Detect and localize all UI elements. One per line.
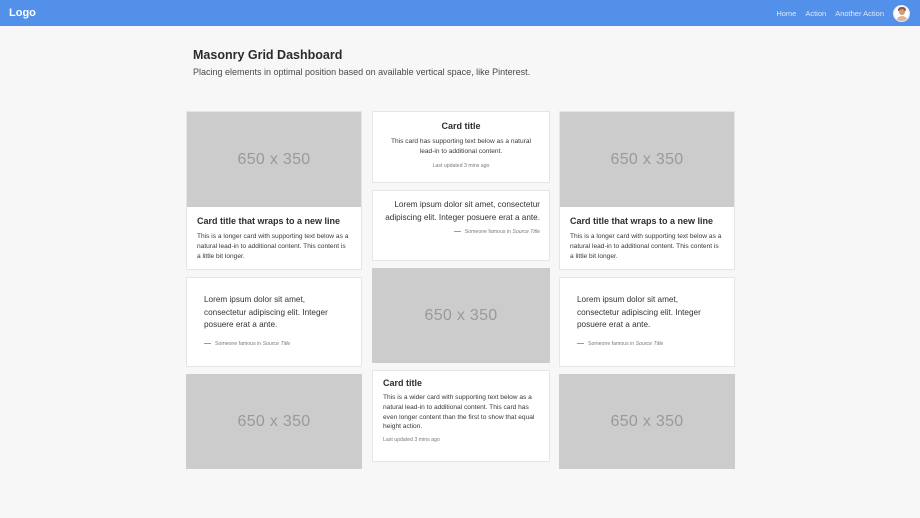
image-placeholder: 650 x 350 bbox=[559, 374, 735, 469]
blockquote-footer: Someone famous in Source Title bbox=[577, 341, 717, 347]
nav-link-home[interactable]: Home bbox=[776, 9, 796, 18]
logo[interactable]: Logo bbox=[9, 7, 36, 19]
last-updated: Last updated 3 mins ago bbox=[432, 162, 490, 169]
dash-icon bbox=[453, 231, 461, 233]
card-text: This is a longer card with supporting te… bbox=[197, 233, 349, 260]
blockquote-footer: Someone famous in Source Title bbox=[382, 229, 540, 235]
avatar-head bbox=[899, 8, 905, 15]
avatar[interactable] bbox=[893, 4, 910, 22]
image-placeholder: 650 x 350 bbox=[372, 268, 550, 363]
blockquote-text: Lorem ipsum dolor sit amet, consectetur … bbox=[577, 295, 701, 329]
card-image-2: 650 x 350 bbox=[372, 268, 550, 363]
card-text: This card has supporting text below as a… bbox=[390, 138, 531, 155]
card-image-wrap-1: 650 x 350 Card title that wraps to a new… bbox=[186, 111, 362, 270]
card-center-top: Card title This card has supporting text… bbox=[372, 111, 550, 183]
source-title: Source Title bbox=[512, 229, 540, 235]
nav-link-another-action[interactable]: Another Action bbox=[835, 9, 884, 18]
card-wider: Card title This is a wider card with sup… bbox=[372, 370, 550, 462]
image-placeholder: 650 x 350 bbox=[560, 112, 734, 207]
card-quote-2: Lorem ipsum dolor sit amet, consectetur … bbox=[559, 277, 735, 367]
image-placeholder: 650 x 350 bbox=[186, 374, 362, 469]
card-image-wrap-2: 650 x 350 Card title that wraps to a new… bbox=[559, 111, 735, 270]
avatar-body bbox=[896, 15, 908, 21]
card-quote-right-aligned: Lorem ipsum dolor sit amet, consectetur … bbox=[372, 190, 550, 261]
blockquote-text: Lorem ipsum dolor sit amet, consectetur … bbox=[204, 295, 328, 329]
navbar: Logo Home Action Another Action bbox=[0, 0, 920, 26]
card-title: Card title bbox=[441, 121, 481, 131]
image-placeholder: 650 x 350 bbox=[187, 112, 361, 207]
card-title: Card title that wraps to a new line bbox=[570, 216, 714, 226]
source-title: Source Title bbox=[635, 340, 664, 347]
page-lead: Placing elements in optimal position bas… bbox=[193, 67, 531, 77]
card-image-3: 650 x 350 bbox=[559, 374, 735, 469]
last-updated: Last updated 3 mins ago bbox=[383, 437, 440, 444]
blockquote-footer: Someone famous in Source Title bbox=[204, 341, 344, 347]
card-image-1: 650 x 350 bbox=[186, 374, 362, 469]
dash-icon bbox=[204, 342, 211, 344]
nav-links: Home Action Another Action bbox=[767, 4, 911, 22]
card-text: This is a wider card with supporting tex… bbox=[383, 394, 535, 431]
nav-link-action[interactable]: Action bbox=[805, 9, 826, 18]
card-text: This is a longer card with supporting te… bbox=[570, 233, 722, 260]
page-title: Masonry Grid Dashboard bbox=[193, 48, 343, 62]
source-title: Source Title bbox=[262, 340, 291, 347]
card-title: Card title bbox=[383, 378, 423, 388]
card-title: Card title that wraps to a new line bbox=[197, 216, 341, 226]
blockquote-text: Lorem ipsum dolor sit amet, consectetur … bbox=[385, 200, 540, 222]
card-quote-1: Lorem ipsum dolor sit amet, consectetur … bbox=[186, 277, 362, 367]
dash-icon bbox=[577, 342, 584, 344]
